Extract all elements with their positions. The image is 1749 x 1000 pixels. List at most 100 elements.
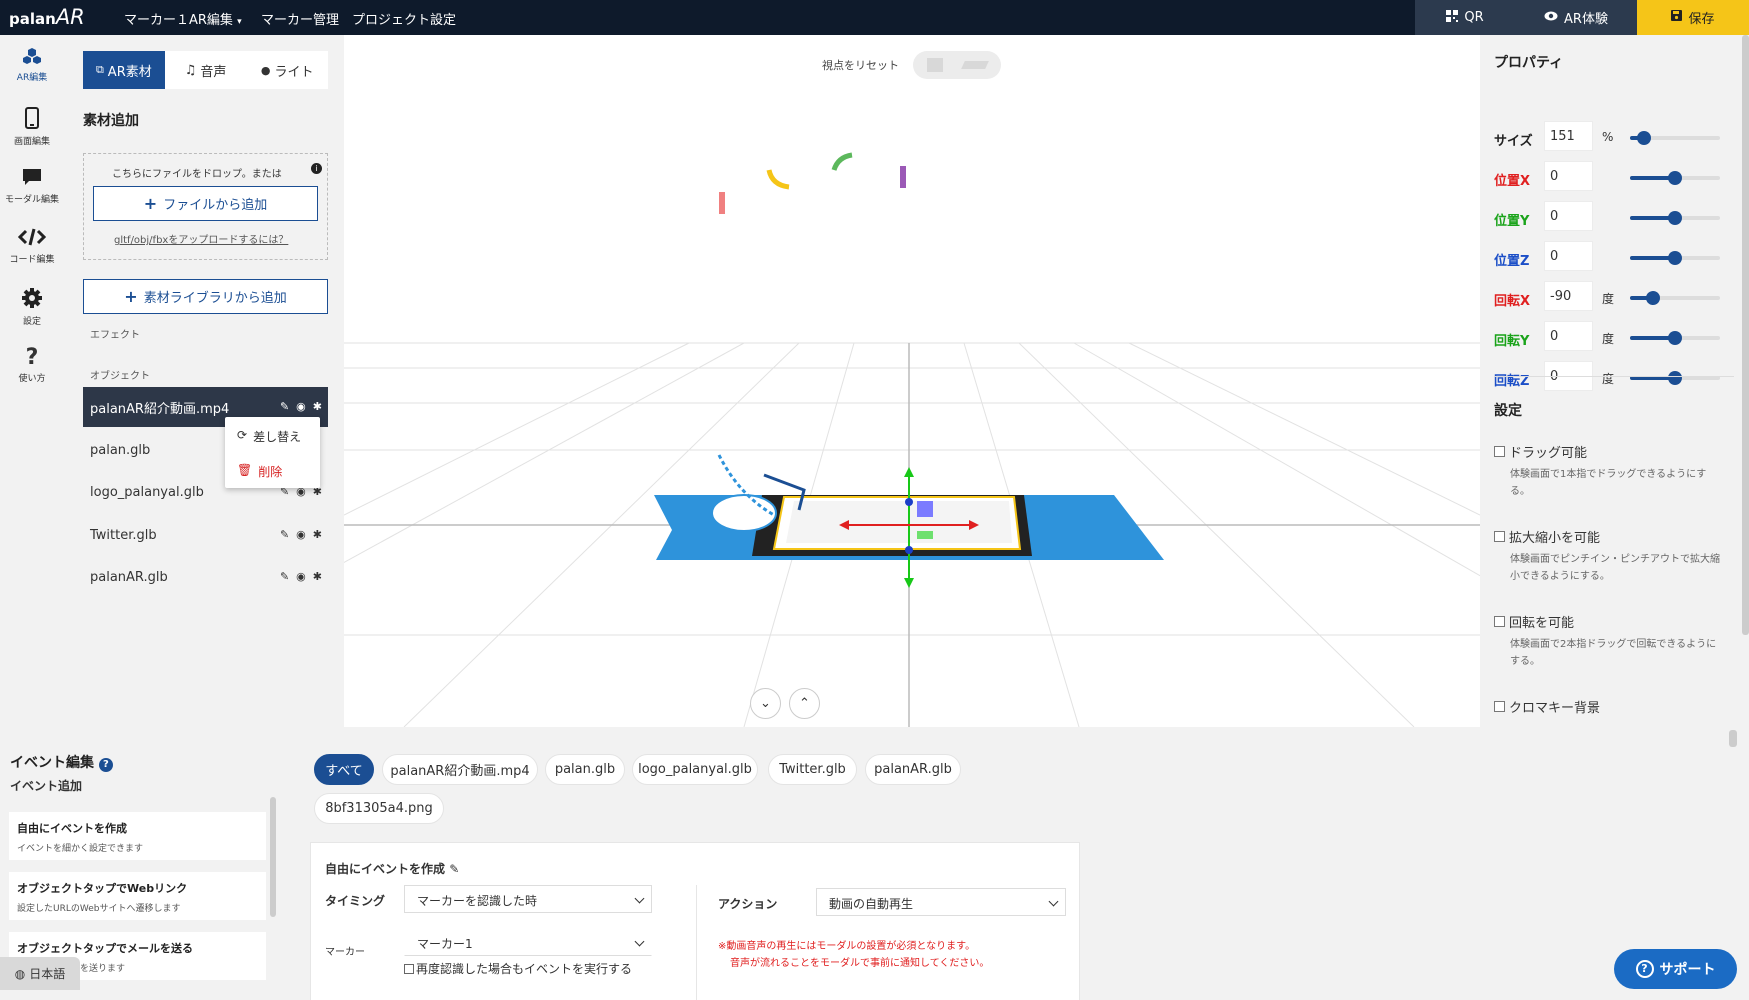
menu-marker-manage[interactable]: マーカー管理: [261, 9, 339, 28]
property-label: 位置Y: [1494, 214, 1530, 229]
save-button[interactable]: 保存: [1637, 0, 1749, 35]
filter-chip[interactable]: palan.glb: [545, 754, 625, 785]
menu-marker-ar-edit[interactable]: マーカー１AR編集 ▾: [124, 9, 242, 28]
property-input[interactable]: 0: [1544, 201, 1593, 231]
filter-chip[interactable]: palanAR紹介動画.mp4: [382, 754, 538, 785]
property-input[interactable]: 0: [1544, 321, 1593, 351]
property-slider[interactable]: [1630, 171, 1720, 185]
rail-item-ar-edit[interactable]: AR編集: [0, 47, 64, 83]
slider-knob[interactable]: [1668, 211, 1682, 225]
collapse-down-button[interactable]: ⌄: [750, 688, 781, 719]
repeat-checkbox[interactable]: 再度認識した場合もイベントを実行する: [404, 960, 632, 977]
event-template-card[interactable]: 自由にイベントを作成 イベントを細かく設定できます: [9, 812, 266, 860]
edit-icon[interactable]: ✎: [280, 400, 289, 413]
event-panel: イベント編集 ? イベント追加 自由にイベントを作成 イベントを細かく設定できます…: [0, 727, 1749, 1000]
tab-light[interactable]: ● ライト: [246, 51, 328, 89]
event-template-card[interactable]: オブジェクトタップでWebリンク 設定したURLのWebサイトへ遷移します: [9, 872, 266, 920]
checkbox-box[interactable]: [1494, 701, 1505, 712]
tab-ar-assets[interactable]: ⧉ AR素材: [83, 51, 165, 89]
property-label: 回転Z: [1494, 374, 1530, 389]
info-icon[interactable]: i: [311, 163, 322, 174]
property-input[interactable]: 0: [1544, 241, 1593, 271]
property-input[interactable]: 0: [1544, 161, 1593, 191]
edit-icon[interactable]: ✎: [280, 570, 289, 583]
slider-knob[interactable]: [1668, 371, 1682, 385]
eye-icon[interactable]: ◉: [296, 400, 306, 413]
drag-checkbox[interactable]: ドラッグ可能: [1494, 442, 1587, 461]
slider-knob[interactable]: [1668, 171, 1682, 185]
scale-checkbox[interactable]: 拡大縮小を可能: [1494, 527, 1600, 546]
eye-icon[interactable]: ◉: [296, 528, 306, 541]
property-slider[interactable]: [1630, 131, 1720, 145]
slider-knob[interactable]: [1668, 331, 1682, 345]
gear-icon[interactable]: ✱: [313, 528, 322, 541]
slider-knob[interactable]: [1636, 131, 1651, 145]
menu-project-settings[interactable]: プロジェクト設定: [352, 9, 456, 28]
drop-text: こちらにファイルをドロップ。または: [112, 169, 282, 180]
rail-item-screen-edit[interactable]: 画面編集: [0, 107, 64, 147]
rail-item-help[interactable]: ? 使い方: [0, 347, 64, 385]
divider: [696, 885, 697, 1000]
action-select[interactable]: 動画の自動再生: [816, 888, 1066, 916]
gear-icon[interactable]: ✱: [313, 570, 322, 583]
property-input[interactable]: 151: [1544, 121, 1593, 151]
object-row[interactable]: palanAR.glb ✎ ◉ ✱: [83, 557, 328, 597]
select-value: 動画の自動再生: [829, 897, 914, 911]
slider-knob[interactable]: [1645, 291, 1660, 305]
filter-chip[interactable]: Twitter.glb: [768, 754, 857, 785]
action-label: アクション: [718, 897, 778, 911]
property-slider[interactable]: [1630, 291, 1720, 305]
trash-icon: 🗑: [237, 463, 253, 477]
scrollbar[interactable]: [270, 797, 276, 917]
chromakey-checkbox[interactable]: クロマキー背景: [1494, 697, 1600, 716]
eye-icon[interactable]: ◉: [296, 570, 306, 583]
app-logo[interactable]: palanAR: [9, 5, 85, 29]
upload-help-link[interactable]: gltf/obj/fbxをアップロードするには？: [114, 231, 288, 246]
checkbox-box[interactable]: [1494, 616, 1505, 627]
tab-audio[interactable]: ♫ 音声: [165, 51, 247, 89]
checkbox-box[interactable]: [1494, 446, 1505, 457]
add-from-file-button[interactable]: + ファイルから追加: [93, 186, 318, 221]
delete-menu-item[interactable]: 🗑 削除: [237, 463, 282, 480]
qr-button[interactable]: QR: [1415, 0, 1515, 35]
rotate-checkbox[interactable]: 回転を可能: [1494, 612, 1574, 631]
help-icon[interactable]: ?: [98, 758, 113, 772]
event-edit-title-text: イベント編集: [10, 755, 94, 771]
property-label: 位置Z: [1494, 254, 1530, 269]
gear-icon[interactable]: ✱: [313, 400, 322, 413]
rail-label: コード編集: [9, 255, 55, 265]
property-input[interactable]: -90: [1544, 281, 1593, 311]
edit-icon[interactable]: ✎: [449, 862, 459, 876]
filter-chip-all[interactable]: すべて: [314, 754, 374, 785]
marker-select[interactable]: マーカー1: [404, 928, 652, 956]
filter-chip[interactable]: logo_palanyal.glb: [632, 754, 758, 785]
property-slider[interactable]: [1630, 251, 1720, 265]
filter-chip[interactable]: palanAR.glb: [865, 754, 961, 785]
expand-up-button[interactable]: ⌃: [789, 688, 820, 719]
property-slider[interactable]: [1630, 331, 1720, 345]
timing-select[interactable]: マーカーを認識した時: [404, 885, 652, 913]
scrollbar[interactable]: [1742, 35, 1749, 635]
rail-item-modal-edit[interactable]: モーダル編集: [0, 167, 64, 205]
language-selector[interactable]: ◍ 日本語: [0, 957, 80, 990]
checkbox-box[interactable]: [404, 963, 414, 974]
slider-knob[interactable]: [1668, 251, 1682, 265]
object-name: palanAR紹介動画.mp4: [90, 401, 230, 417]
replace-menu-item[interactable]: ⟳ 差し替え: [237, 428, 301, 445]
property-slider[interactable]: [1630, 211, 1720, 225]
top-bar: palanAR マーカー１AR編集 ▾ マーカー管理 プロジェクト設定 QR A…: [0, 0, 1749, 35]
edit-icon[interactable]: ✎: [280, 528, 289, 541]
property-label: 回転Y: [1494, 334, 1530, 349]
checkbox-box[interactable]: [1494, 531, 1505, 542]
ar-experience-button[interactable]: AR体験: [1515, 0, 1637, 35]
support-button[interactable]: ? サポート: [1614, 949, 1737, 989]
rail-item-code-edit[interactable]: コード編集: [0, 227, 64, 265]
scrollbar[interactable]: [1729, 730, 1737, 747]
rail-item-settings[interactable]: 設定: [0, 287, 64, 327]
add-from-library-button[interactable]: + 素材ライブラリから追加: [83, 279, 328, 314]
filter-chip[interactable]: 8bf31305a4.png: [314, 793, 444, 824]
object-row[interactable]: Twitter.glb ✎ ◉ ✱: [83, 515, 328, 555]
3d-viewport[interactable]: 視点をリセット ⌄ ⌃: [344, 35, 1480, 727]
file-drop-zone[interactable]: こちらにファイルをドロップ。または i + ファイルから追加 gltf/obj/f…: [83, 153, 328, 260]
left-rail: AR編集 画面編集 モーダル編集 コード編集 設定 ? 使い方: [0, 35, 69, 727]
